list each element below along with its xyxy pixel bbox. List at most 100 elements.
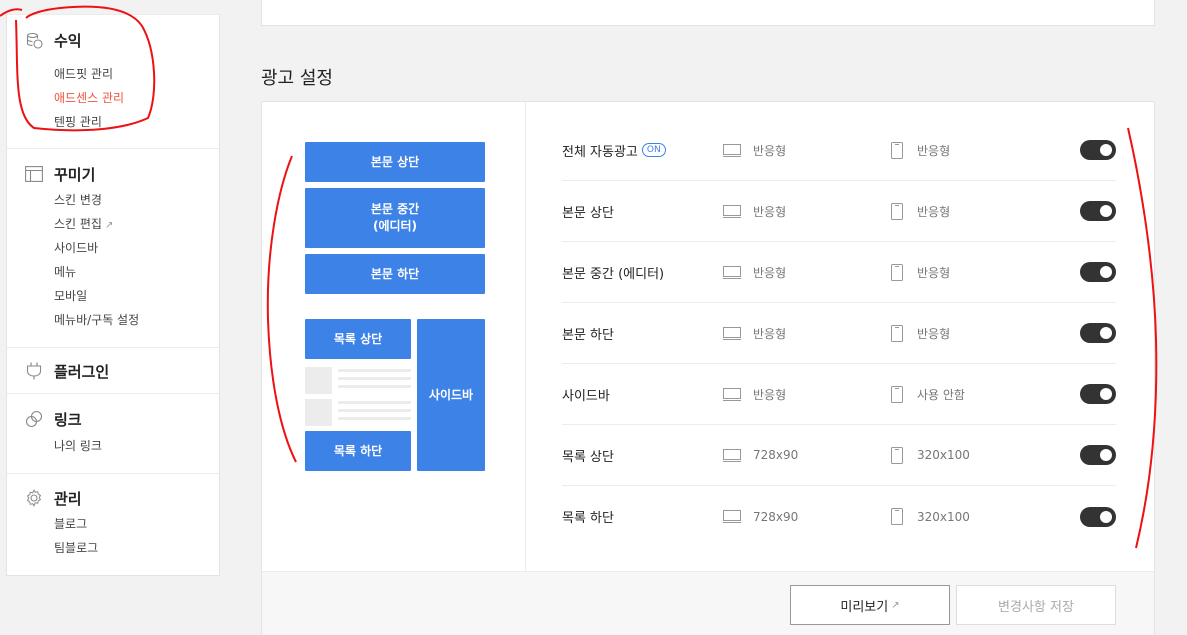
sidebar-item-team-blog[interactable]: 팀블로그 <box>25 536 219 560</box>
sidebar-head-plugin[interactable]: 플러그인 <box>25 359 219 383</box>
setting-row-list-top: 목록 상단 728x90 320x100 <box>562 425 1116 486</box>
sidebar-section-manage: 관리 블로그 팀블로그 <box>7 474 219 574</box>
monitor-icon <box>723 265 741 279</box>
ad-slot-settings: 전체 자동광고 ON 반응형 반응형 본문 상단 반응형 반응형 본문 중간 (에… <box>526 102 1154 571</box>
sidebar-head-design[interactable]: 꾸미기 <box>25 162 219 186</box>
sidebar-title-manage: 관리 <box>54 489 82 508</box>
monitor-icon <box>723 204 741 218</box>
monitor-icon <box>723 387 741 401</box>
mobile-icon <box>891 324 903 342</box>
setting-row-sidebar: 사이드바 반응형 사용 안함 <box>562 364 1116 425</box>
preview-slot-body-mid-line1: 본문 중간 <box>370 202 420 216</box>
pc-size[interactable]: 반응형 <box>723 325 786 342</box>
preview-slot-body-mid: 본문 중간 (에디터) <box>305 188 485 248</box>
sidebar-item-menubar[interactable]: 메뉴바/구독 설정 <box>25 308 219 332</box>
preview-slot-body-bottom: 본문 하단 <box>305 254 485 294</box>
mobile-icon <box>891 385 903 403</box>
pc-size[interactable]: 728x90 <box>723 510 798 524</box>
preview-list-placeholder <box>305 365 411 427</box>
toggle-list-bottom[interactable] <box>1080 506 1116 527</box>
mobile-icon <box>891 202 903 220</box>
preview-button[interactable]: 미리보기 ↗ <box>790 585 950 625</box>
pc-size-value: 반응형 <box>753 204 787 219</box>
sidebar-item-menu[interactable]: 메뉴 <box>25 260 219 284</box>
sidebar-title-design: 꾸미기 <box>54 165 96 184</box>
toggle-body-bottom[interactable] <box>1080 323 1116 343</box>
pc-size[interactable]: 반응형 <box>723 203 786 220</box>
preview-slot-list-top: 목록 상단 <box>305 319 411 359</box>
mobile-size[interactable]: 반응형 <box>891 324 951 342</box>
sidebar-item-skin-change[interactable]: 스킨 변경 <box>25 188 219 212</box>
sidebar: 수익 애드핏 관리 애드센스 관리 텐핑 관리 꾸미기 스킨 변경 스킨 편집 ↗… <box>6 14 220 576</box>
sidebar-item-adfit[interactable]: 애드핏 관리 <box>25 62 219 86</box>
ad-settings-panel: 본문 상단 본문 중간 (에디터) 본문 하단 목록 상단 목록 하단 사이드바 <box>261 101 1155 635</box>
mobile-size-value: 320x100 <box>917 448 970 462</box>
plug-icon <box>25 362 43 380</box>
sidebar-head-manage[interactable]: 관리 <box>25 486 219 510</box>
mobile-size-value: 반응형 <box>917 265 951 280</box>
setting-label: 목록 상단 <box>562 449 614 465</box>
pc-size-value: 728x90 <box>753 509 799 524</box>
toggle-body-top[interactable] <box>1080 201 1116 221</box>
sidebar-section-link: 링크 나의 링크 <box>7 394 219 474</box>
setting-label: 본문 중간 (에디터) <box>562 266 665 282</box>
setting-row-auto-ads: 전체 자동광고 ON 반응형 반응형 <box>562 120 1116 181</box>
panel-footer: 미리보기 ↗ 변경사항 저장 <box>262 571 1154 635</box>
mobile-size-value: 반응형 <box>917 204 951 219</box>
sidebar-head-revenue[interactable]: 수익 <box>25 28 219 52</box>
setting-row-body-mid: 본문 중간 (에디터) 반응형 반응형 <box>562 242 1116 303</box>
mobile-size[interactable]: 320x100 <box>891 446 970 464</box>
sidebar-item-blog[interactable]: 블로그 <box>25 512 219 536</box>
toggle-sidebar[interactable] <box>1080 384 1116 404</box>
setting-label: 전체 자동광고 <box>562 144 638 160</box>
mobile-size[interactable]: 반응형 <box>891 202 951 220</box>
setting-label: 목록 하단 <box>562 511 614 526</box>
pc-size[interactable]: 반응형 <box>723 142 786 159</box>
sidebar-title-link: 링크 <box>54 410 82 429</box>
pc-size[interactable]: 반응형 <box>723 264 786 281</box>
sidebar-head-link[interactable]: 링크 <box>25 407 219 431</box>
on-badge: ON <box>641 143 666 157</box>
mobile-size[interactable]: 반응형 <box>891 263 951 281</box>
mobile-size[interactable]: 320x100 <box>891 508 970 525</box>
toggle-list-top[interactable] <box>1080 445 1116 465</box>
sidebar-section-revenue: 수익 애드핏 관리 애드센스 관리 텐핑 관리 <box>7 15 219 149</box>
sidebar-item-tenping[interactable]: 텐핑 관리 <box>25 110 219 134</box>
sidebar-item-skin-edit[interactable]: 스킨 편집 ↗ <box>25 212 219 236</box>
sidebar-item-skin-edit-label: 스킨 편집 <box>54 217 102 231</box>
preview-slot-sidebar: 사이드바 <box>417 319 485 471</box>
save-changes-button[interactable]: 변경사항 저장 <box>956 585 1116 625</box>
toggle-body-mid[interactable] <box>1080 262 1116 282</box>
sidebar-section-plugin: 플러그인 <box>7 348 219 394</box>
sidebar-title-plugin: 플러그인 <box>54 362 110 381</box>
setting-row-list-bottom: 목록 하단 728x90 320x100 <box>562 486 1116 547</box>
sidebar-item-adsense[interactable]: 애드센스 관리 <box>25 86 219 110</box>
pc-size-value: 728x90 <box>753 448 799 462</box>
monitor-icon <box>723 326 741 340</box>
preview-slot-list-bottom: 목록 하단 <box>305 431 411 471</box>
pc-size[interactable]: 728x90 <box>723 448 798 462</box>
setting-label: 사이드바 <box>562 388 610 404</box>
preview-slot-body-top: 본문 상단 <box>305 142 485 182</box>
monitor-icon <box>723 510 741 523</box>
mobile-size-value: 반응형 <box>917 326 951 341</box>
sidebar-item-my-link[interactable]: 나의 링크 <box>25 434 219 458</box>
setting-row-body-top: 본문 상단 반응형 반응형 <box>562 181 1116 242</box>
sidebar-item-sidebar[interactable]: 사이드바 <box>25 236 219 260</box>
coins-icon <box>25 31 43 49</box>
layout-icon <box>25 165 43 183</box>
pc-size-value: 반응형 <box>753 387 787 402</box>
sidebar-item-mobile[interactable]: 모바일 <box>25 284 219 308</box>
mobile-icon <box>891 508 903 525</box>
setting-row-body-bottom: 본문 하단 반응형 반응형 <box>562 303 1116 364</box>
sidebar-section-design: 꾸미기 스킨 변경 스킨 편집 ↗ 사이드바 메뉴 모바일 메뉴바/구독 설정 <box>7 149 219 348</box>
pc-size-value: 반응형 <box>753 265 787 280</box>
mobile-icon <box>891 141 903 159</box>
toggle-auto-ads[interactable] <box>1080 140 1116 160</box>
mobile-size[interactable]: 사용 안함 <box>891 385 965 403</box>
mobile-size[interactable]: 반응형 <box>891 141 950 159</box>
page-title: 광고 설정 <box>261 68 333 89</box>
pc-size[interactable]: 반응형 <box>723 386 786 403</box>
pc-size-value: 반응형 <box>753 143 787 158</box>
link-icon <box>25 410 43 428</box>
